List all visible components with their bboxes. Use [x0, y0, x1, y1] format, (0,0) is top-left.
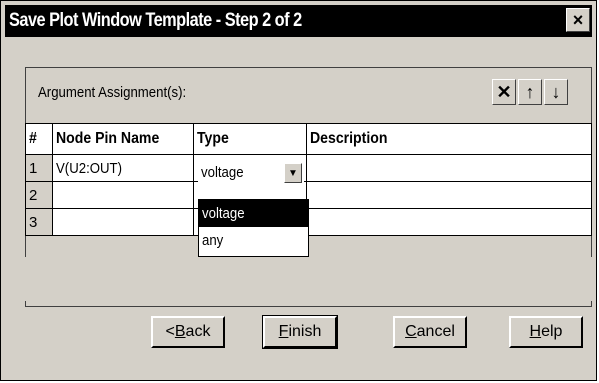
- table-row[interactable]: 1 V(U2:OUT): [25, 154, 592, 182]
- row-number[interactable]: 3: [25, 208, 53, 236]
- close-icon: ×: [572, 9, 584, 30]
- dropdown-option-voltage[interactable]: voltage: [199, 200, 308, 227]
- delete-icon: ✕: [496, 81, 512, 102]
- arrow-up-icon: ↑: [525, 81, 535, 102]
- column-header-number[interactable]: #: [25, 123, 53, 155]
- group-label: Argument Assignment(s):: [38, 84, 187, 101]
- column-header-node-pin-name[interactable]: Node Pin Name: [52, 123, 194, 155]
- description-cell[interactable]: [306, 154, 592, 182]
- finish-button[interactable]: Finish: [262, 315, 338, 349]
- row-number[interactable]: 2: [25, 181, 53, 209]
- help-button[interactable]: Help: [509, 316, 583, 348]
- node-pin-name-cell[interactable]: V(U2:OUT): [52, 154, 194, 182]
- node-pin-name-cell[interactable]: [52, 208, 194, 236]
- table-header-row: # Node Pin Name Type Description: [25, 123, 592, 155]
- chevron-down-icon: ▼: [288, 167, 298, 179]
- arrow-down-icon: ↓: [551, 81, 561, 102]
- close-button[interactable]: ×: [566, 8, 590, 32]
- description-cell[interactable]: [306, 181, 592, 209]
- description-cell[interactable]: [306, 208, 592, 236]
- move-up-button[interactable]: ↑: [518, 79, 542, 105]
- column-header-description[interactable]: Description: [306, 123, 592, 155]
- cancel-button[interactable]: Cancel: [393, 316, 467, 348]
- row-number[interactable]: 1: [25, 154, 53, 182]
- delete-button[interactable]: ✕: [492, 79, 516, 105]
- title-bar[interactable]: Save Plot Window Template - Step 2 of 2 …: [5, 5, 592, 37]
- dropdown-button[interactable]: ▼: [284, 163, 302, 183]
- node-pin-name-cell[interactable]: [52, 181, 194, 209]
- window-title: Save Plot Window Template - Step 2 of 2: [9, 10, 302, 31]
- grid-empty-area: [25, 257, 592, 301]
- back-button[interactable]: < Back: [151, 316, 225, 348]
- type-dropdown-list: voltage any: [198, 199, 309, 257]
- type-dropdown-value: voltage: [201, 164, 244, 181]
- type-dropdown[interactable]: voltage ▼: [198, 160, 304, 186]
- save-plot-window-dialog: Save Plot Window Template - Step 2 of 2 …: [0, 0, 597, 381]
- column-header-type[interactable]: Type: [193, 123, 307, 155]
- move-down-button[interactable]: ↓: [544, 79, 568, 105]
- dropdown-option-any[interactable]: any: [199, 227, 308, 254]
